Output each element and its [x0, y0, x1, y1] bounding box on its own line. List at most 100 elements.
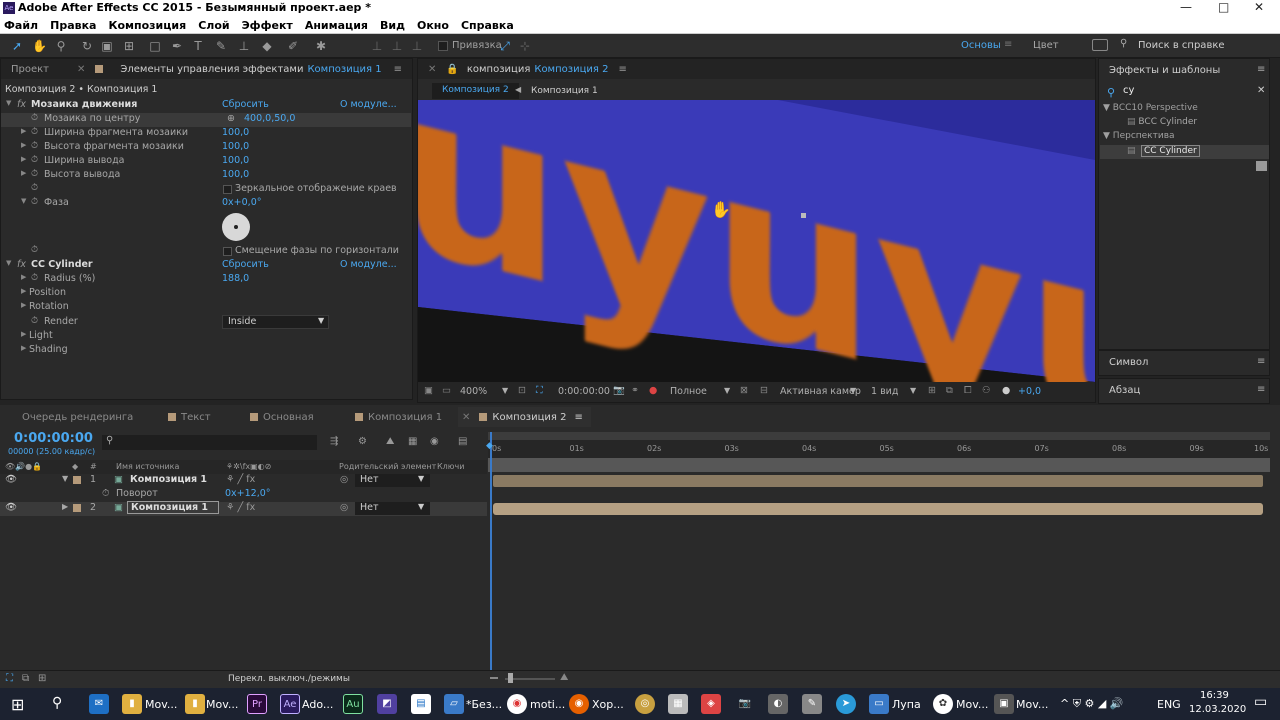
- zoom-tool-icon[interactable]: ⚲: [54, 39, 68, 53]
- tab-text[interactable]: Текст: [163, 407, 211, 427]
- collapse-icon[interactable]: ▼: [62, 474, 68, 483]
- media-encoder-icon[interactable]: ◩: [377, 694, 397, 714]
- property-tile-center[interactable]: ⏱ Мозаика по центру ⊕ 400,0,50,0: [1, 113, 411, 127]
- rectangle-tool-icon[interactable]: □: [148, 39, 162, 53]
- puppet-tool-icon[interactable]: ✱: [314, 39, 328, 53]
- layer-row[interactable]: 👁 ▶ 2 ▣ Композиция 1 ⚘ ╱ fx ◎ Нет ▼: [0, 501, 487, 516]
- premiere-icon[interactable]: Pr: [247, 694, 267, 714]
- flowchart-active-comp[interactable]: Композиция 2: [432, 83, 519, 99]
- preset-group-bcc[interactable]: ▼ BCC10 Perspective: [1103, 103, 1268, 117]
- tab-effect-controls[interactable]: Элементы управления эффектами: [120, 64, 303, 75]
- playhead-handle-icon[interactable]: ◆: [486, 441, 493, 451]
- expand-icon[interactable]: ▶: [21, 344, 26, 352]
- notepad-icon[interactable]: ▱: [444, 694, 464, 714]
- time-ruler[interactable]: 0s 01s 02s 03s 04s 05s 06s 07s 08s 09s 10s: [488, 432, 1270, 458]
- collapse-icon[interactable]: ▼: [1103, 103, 1110, 113]
- flowchart-parent-comp[interactable]: Композиция 1: [531, 86, 598, 96]
- resolution-dropdown[interactable]: Полное: [670, 386, 707, 397]
- minimize-button[interactable]: —: [1180, 0, 1192, 14]
- paragraph-panel[interactable]: Абзац ≡: [1098, 378, 1270, 404]
- audition-icon[interactable]: Au: [343, 694, 363, 714]
- stopwatch-icon[interactable]: ⏱: [31, 113, 38, 123]
- stopwatch-icon[interactable]: ⏱: [31, 316, 38, 326]
- expand-icon[interactable]: ▼: [6, 259, 11, 267]
- effect-motion-tile[interactable]: ▼ fx Мозаика движения Сбросить О модуле.…: [1, 99, 411, 113]
- snap-features-icon[interactable]: ⊹: [518, 39, 532, 53]
- taskbar-label[interactable]: Ado...: [302, 698, 333, 711]
- menu-view[interactable]: Вид: [380, 19, 405, 32]
- snapshot-camera-icon[interactable]: 📷: [613, 385, 625, 396]
- expand-icon[interactable]: ▶: [21, 141, 26, 149]
- document-icon[interactable]: ▤: [411, 694, 431, 714]
- tab-comp1[interactable]: Композиция 1: [350, 407, 442, 427]
- property-value[interactable]: 400,0,50,0: [244, 113, 295, 124]
- language-indicator[interactable]: ENG: [1157, 698, 1181, 711]
- close-tab-icon[interactable]: ✕: [428, 64, 436, 75]
- property-rotation-row[interactable]: ⏱ Поворот 0x+12,0°: [0, 488, 487, 502]
- taskbar-label[interactable]: moti...: [530, 698, 565, 711]
- sync-settings-icon[interactable]: [1092, 39, 1108, 51]
- taskbar-label[interactable]: Mov...: [206, 698, 238, 711]
- clock-date[interactable]: 12.03.2020: [1189, 704, 1246, 715]
- panel-menu-icon[interactable]: ≡: [394, 64, 402, 75]
- comp-mini-flowchart-icon[interactable]: ⇶: [330, 436, 338, 447]
- effect-cc-cylinder-row[interactable]: ▤ CC Cylinder: [1100, 145, 1269, 159]
- property-value[interactable]: 100,0: [222, 141, 249, 152]
- property-rotation[interactable]: ▶ Rotation: [1, 301, 411, 315]
- toggle-pixel-aspect-icon[interactable]: ⊞: [928, 385, 936, 396]
- rotate-tool-icon[interactable]: ↻: [80, 39, 94, 53]
- about-button[interactable]: О модуле...: [340, 259, 397, 270]
- property-value[interactable]: 100,0: [222, 155, 249, 166]
- property-radius[interactable]: ▶ ⏱ Radius (%) 188,0: [1, 273, 411, 287]
- lock-icon[interactable]: 🔒: [446, 64, 458, 75]
- parent-header[interactable]: Родительский элемент: [339, 462, 436, 471]
- app-icon[interactable]: ◈: [701, 694, 721, 714]
- close-button[interactable]: ✕: [1254, 0, 1264, 14]
- property-light[interactable]: ▶ Light: [1, 330, 411, 344]
- taskbar-label[interactable]: Хор...: [592, 698, 624, 711]
- pickwhip-icon[interactable]: ◎: [340, 502, 348, 513]
- stopwatch-icon[interactable]: ⏱: [31, 141, 38, 151]
- property-output-height[interactable]: ▶ ⏱ Высота вывода 100,0: [1, 169, 411, 183]
- fx-icon[interactable]: fx: [17, 259, 26, 270]
- telegram-icon[interactable]: ➤: [836, 694, 856, 714]
- clock-time[interactable]: 16:39: [1200, 690, 1229, 701]
- stopwatch-icon[interactable]: ⏱: [31, 245, 38, 255]
- taskbar-label[interactable]: Mov...: [956, 698, 988, 711]
- pan-behind-tool-icon[interactable]: ⊞: [122, 39, 136, 53]
- firefox-icon[interactable]: ◉: [569, 694, 589, 714]
- help-search-input[interactable]: Поиск в справке: [1138, 40, 1225, 51]
- panel-menu-icon[interactable]: ≡: [1257, 384, 1265, 395]
- render-dropdown[interactable]: Inside ▼: [222, 315, 329, 329]
- property-phase-shift[interactable]: ⏱ Смещение фазы по горизонтали: [1, 245, 411, 259]
- reset-button[interactable]: Сбросить: [222, 259, 269, 270]
- new-preset-icon[interactable]: [1256, 161, 1267, 171]
- exposure-reset-icon[interactable]: ●: [1002, 385, 1010, 396]
- expand-icon[interactable]: ▶: [21, 127, 26, 135]
- taskbar-label[interactable]: Mov...: [1016, 698, 1048, 711]
- expand-icon[interactable]: ▶: [62, 502, 68, 511]
- collapse-icon[interactable]: ▼: [1103, 131, 1110, 141]
- app-icon[interactable]: ▦: [668, 694, 688, 714]
- zoom-dropdown[interactable]: 400%: [460, 386, 487, 397]
- region-of-interest-icon[interactable]: ⛶: [536, 385, 543, 396]
- property-value[interactable]: 100,0: [222, 127, 249, 138]
- eye-icon[interactable]: 👁: [5, 502, 17, 513]
- flowchart-icon[interactable]: ⚇: [982, 385, 991, 396]
- phase-angle-dial[interactable]: [222, 213, 250, 241]
- maximize-button[interactable]: □: [1218, 0, 1229, 14]
- effects-search-input[interactable]: cy: [1123, 85, 1243, 99]
- motion-blur-icon[interactable]: ◉: [430, 436, 439, 447]
- timeline-timecode[interactable]: 0:00:00:00: [14, 431, 93, 446]
- about-button[interactable]: О модуле...: [340, 99, 397, 110]
- crosshair-icon[interactable]: ⊕: [227, 113, 235, 124]
- rotation-value[interactable]: 0x+12,0°: [225, 488, 271, 499]
- property-value[interactable]: 100,0: [222, 169, 249, 180]
- label-color-swatch[interactable]: [73, 476, 81, 484]
- snap-checkbox[interactable]: [438, 41, 448, 51]
- property-tile-height[interactable]: ▶ ⏱ Высота фрагмента мозаики 100,0: [1, 141, 411, 155]
- panel-menu-icon[interactable]: ≡: [1257, 64, 1265, 75]
- panel-menu-icon[interactable]: ≡: [1257, 356, 1265, 367]
- property-value[interactable]: 188,0: [222, 273, 249, 284]
- views-dropdown[interactable]: 1 вид: [871, 386, 898, 397]
